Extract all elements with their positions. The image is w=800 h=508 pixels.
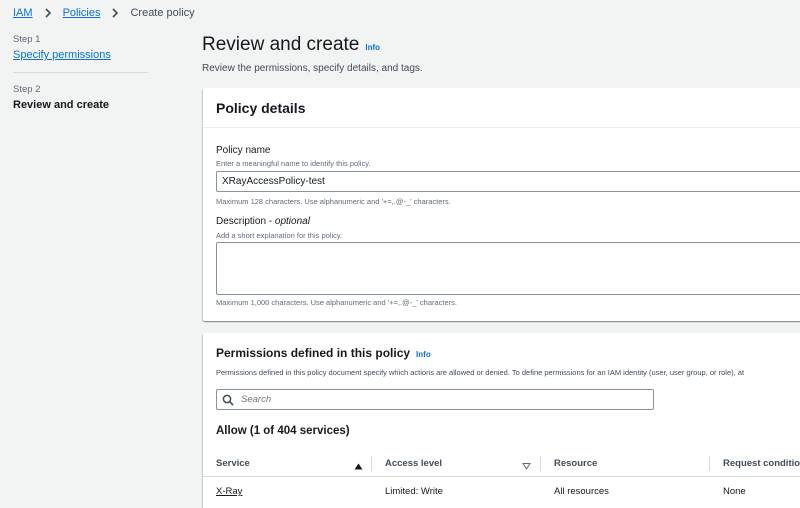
chevron-right-icon	[106, 7, 124, 19]
page-title: Review and create Info	[202, 34, 380, 56]
caret-up-icon[interactable]	[354, 458, 363, 476]
breadcrumb-iam-link[interactable]: IAM	[13, 7, 33, 19]
step-2-label: Step 2	[13, 84, 41, 95]
policy-name-label: Policy name	[216, 145, 271, 156]
step-specify-permissions-link[interactable]: Specify permissions	[13, 49, 111, 61]
permissions-card: Permissions defined in this policy Info …	[203, 333, 800, 508]
request-condition-cell: None	[723, 486, 746, 497]
column-header-service[interactable]: Service	[216, 458, 250, 469]
description-textarea[interactable]	[216, 242, 800, 295]
page-description: Review the permissions, specify details,…	[202, 63, 423, 74]
column-header-access-level[interactable]: Access level	[385, 458, 442, 469]
search-input[interactable]	[241, 394, 621, 405]
chevron-right-icon	[39, 7, 57, 19]
breadcrumb-current: Create policy	[130, 7, 195, 19]
description-label-text: Description -	[216, 216, 275, 227]
policy-name-constraint: Maximum 128 characters. Use alphanumeric…	[216, 197, 451, 206]
search-icon	[222, 394, 234, 406]
policy-details-title: Policy details	[216, 99, 306, 116]
permissions-search[interactable]	[216, 389, 654, 410]
description-constraint: Maximum 1,000 characters. Use alphanumer…	[216, 298, 457, 307]
description-optional-text: optional	[274, 216, 310, 227]
description-hint: Add a short explanation for this policy.	[216, 231, 343, 240]
column-header-request-condition[interactable]: Request condition	[723, 458, 800, 469]
permissions-info-link[interactable]: Info	[416, 350, 431, 359]
table-header: Service Access level Resource Request co…	[203, 451, 800, 477]
permissions-description: Permissions defined in this policy docum…	[216, 368, 745, 377]
step-1-label: Step 1	[13, 34, 41, 45]
table-row: X-Ray Limited: Write All resources None	[203, 478, 800, 506]
resource-cell: All resources	[554, 486, 609, 497]
caret-down-icon[interactable]	[522, 458, 531, 476]
permissions-title: Permissions defined in this policy Info	[216, 346, 431, 360]
breadcrumb: IAM Policies Create policy	[13, 6, 195, 20]
column-divider[interactable]	[540, 456, 541, 471]
step-divider	[13, 72, 148, 73]
column-divider[interactable]	[709, 456, 710, 471]
access-level-cell: Limited: Write	[385, 486, 443, 497]
policy-name-input[interactable]	[216, 171, 800, 192]
column-divider[interactable]	[371, 456, 372, 471]
description-label: Description - optional	[216, 216, 310, 227]
service-xray-link[interactable]: X-Ray	[216, 486, 242, 497]
step-review-and-create: Review and create	[13, 99, 109, 111]
column-header-resource[interactable]: Resource	[554, 458, 597, 469]
policy-details-card: Policy details Policy name Enter a meani…	[203, 88, 800, 321]
permissions-title-text: Permissions defined in this policy	[216, 346, 411, 360]
policy-details-header: Policy details	[203, 88, 800, 128]
header-info-link[interactable]: Info	[365, 43, 380, 52]
page-title-text: Review and create	[202, 34, 360, 55]
breadcrumb-policies-link[interactable]: Policies	[63, 7, 101, 19]
allow-services-heading: Allow (1 of 404 services)	[216, 425, 350, 437]
policy-name-hint: Enter a meaningful name to identify this…	[216, 159, 371, 168]
